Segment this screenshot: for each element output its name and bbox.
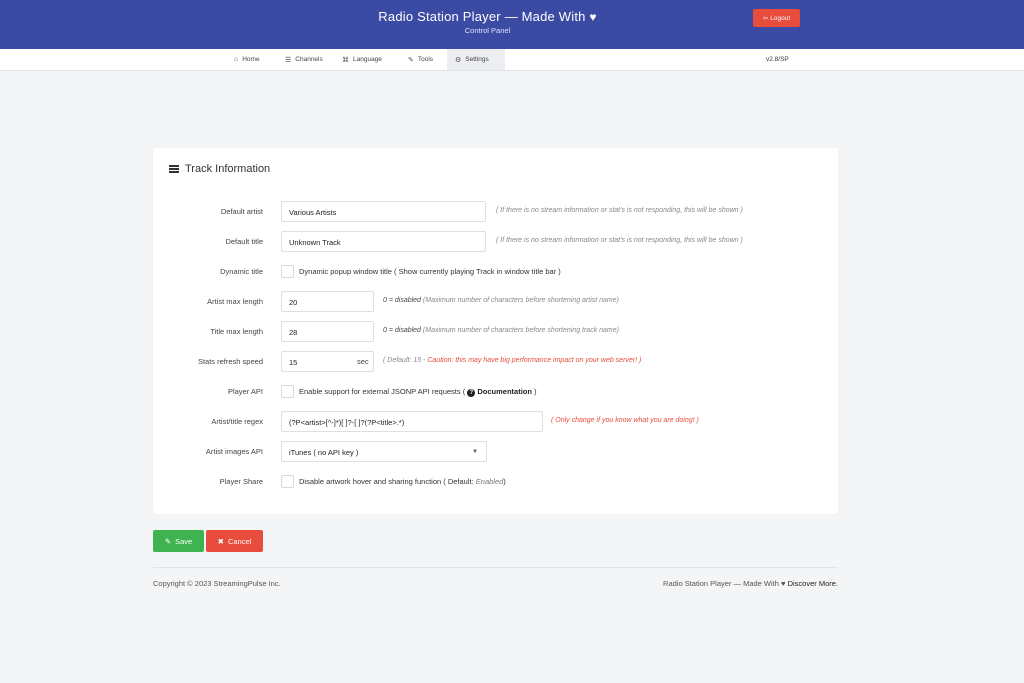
heart-icon: ♥ xyxy=(781,579,786,588)
row-stats-refresh: Stats refresh speed 15 sec ( Default: 15… xyxy=(153,351,838,373)
home-icon: ⌂ xyxy=(234,56,239,63)
discover-more-link[interactable]: Discover More. xyxy=(788,579,838,588)
nav-home[interactable]: ⌂ Home xyxy=(226,49,268,70)
track-information-panel: Track Information Default artist Various… xyxy=(153,148,838,514)
player-share-checkbox-label: Disable artwork hover and sharing functi… xyxy=(299,477,506,486)
nav-tools[interactable]: ✎ Tools xyxy=(400,49,441,70)
dynamic-title-checkbox[interactable] xyxy=(281,265,294,278)
dynamic-title-checkbox-label: Dynamic popup window title ( Show curren… xyxy=(299,267,561,276)
row-default-title: Default title Unknown Track ( If there i… xyxy=(153,231,838,253)
artist-max-length-input[interactable]: 20 xyxy=(281,291,374,312)
wrench-icon: ✎ xyxy=(408,56,414,64)
row-title-max-length: Title max length 28 0 = disabled (Maximu… xyxy=(153,321,838,343)
default-artist-hint: ( If there is no stream information or s… xyxy=(496,207,743,214)
stats-refresh-unit: sec xyxy=(357,357,369,366)
list-icon xyxy=(169,165,179,173)
dynamic-title-label: Dynamic title xyxy=(220,267,263,276)
row-player-api: Player API Enable support for external J… xyxy=(153,381,838,403)
nav-language[interactable]: ⌘ Language xyxy=(334,49,390,70)
close-icon: ✖ xyxy=(217,536,224,546)
default-artist-input[interactable]: Various Artists xyxy=(281,201,486,222)
row-dynamic-title: Dynamic title Dynamic popup window title… xyxy=(153,261,838,283)
question-circle-icon: ? xyxy=(467,389,476,397)
row-default-artist: Default artist Various Artists ( If ther… xyxy=(153,201,838,223)
pencil-icon: ✎ xyxy=(164,536,172,546)
cogs-icon: ⚙ xyxy=(455,56,462,64)
row-images-api: Artist images API iTunes ( no API key ) … xyxy=(153,441,838,463)
logout-button[interactable]: ⇦ Logout xyxy=(753,9,800,27)
sign-out-icon: ⇦ xyxy=(762,15,769,22)
artist-max-length-hint: 0 = disabled (Maximum number of characte… xyxy=(383,297,619,304)
app-subtitle: Control Panel xyxy=(464,26,511,35)
panel-title: Track Information xyxy=(169,163,270,175)
player-share-checkbox[interactable] xyxy=(281,475,294,488)
row-player-share: Player Share Disable artwork hover and s… xyxy=(153,471,838,493)
nav-channels[interactable]: ☰ Channels xyxy=(277,49,331,70)
channels-icon: ☰ xyxy=(285,56,292,64)
footer-copyright: Copyright © 2023 StreamingPulse Inc. xyxy=(153,579,281,588)
cancel-button[interactable]: ✖ Cancel xyxy=(206,530,263,552)
default-title-hint: ( If there is no stream information or s… xyxy=(496,237,743,244)
title-max-length-label: Title max length xyxy=(210,327,263,336)
chevron-down-icon: ▼ xyxy=(472,449,478,455)
footer-credit: Radio Station Player — Made With ♥ Disco… xyxy=(663,579,838,588)
heart-icon: ♥ xyxy=(589,10,597,24)
title-max-length-hint: 0 = disabled (Maximum number of characte… xyxy=(383,327,619,334)
player-api-checkbox-label: Enable support for external JSONP API re… xyxy=(299,387,537,397)
regex-hint: ( Only change if you know what you are d… xyxy=(551,417,699,424)
main-nav: ⌂ Home ☰ Channels ⌘ Language ✎ Tools ⚙ S… xyxy=(0,49,1024,71)
player-share-label: Player Share xyxy=(219,477,263,486)
title-max-length-input[interactable]: 28 xyxy=(281,321,374,342)
app-title: Radio Station Player — Made With ♥ xyxy=(378,9,597,24)
nav-settings[interactable]: ⚙ Settings xyxy=(447,49,505,70)
stats-refresh-hint: ( Default: 15 - Caution: this may have b… xyxy=(383,357,642,364)
version-label: v2.8/SP xyxy=(766,56,789,63)
save-button[interactable]: ✎ Save xyxy=(153,530,204,552)
artist-max-length-label: Artist max length xyxy=(207,297,263,306)
footer-divider xyxy=(153,567,838,568)
player-api-label: Player API xyxy=(227,387,263,396)
top-header: Radio Station Player — Made With ♥ Contr… xyxy=(0,0,1024,49)
documentation-link[interactable]: Documentation xyxy=(477,387,532,396)
player-api-checkbox[interactable] xyxy=(281,385,294,398)
default-title-label: Default title xyxy=(225,237,263,246)
images-api-select[interactable]: iTunes ( no API key ) ▼ xyxy=(281,441,487,462)
language-icon: ⌘ xyxy=(342,56,349,64)
stats-refresh-label: Stats refresh speed xyxy=(197,357,263,366)
images-api-label: Artist images API xyxy=(205,447,263,456)
regex-label: Artist/title regex xyxy=(211,417,263,426)
row-regex: Artist/title regex (?P<artist>[^-]*)[ ]?… xyxy=(153,411,838,433)
default-title-input[interactable]: Unknown Track xyxy=(281,231,486,252)
row-artist-max-length: Artist max length 20 0 = disabled (Maxim… xyxy=(153,291,838,313)
default-artist-label: Default artist xyxy=(220,207,263,216)
regex-input[interactable]: (?P<artist>[^-]*)[ ]?-[ ]?(?P<title>.*) xyxy=(281,411,543,432)
